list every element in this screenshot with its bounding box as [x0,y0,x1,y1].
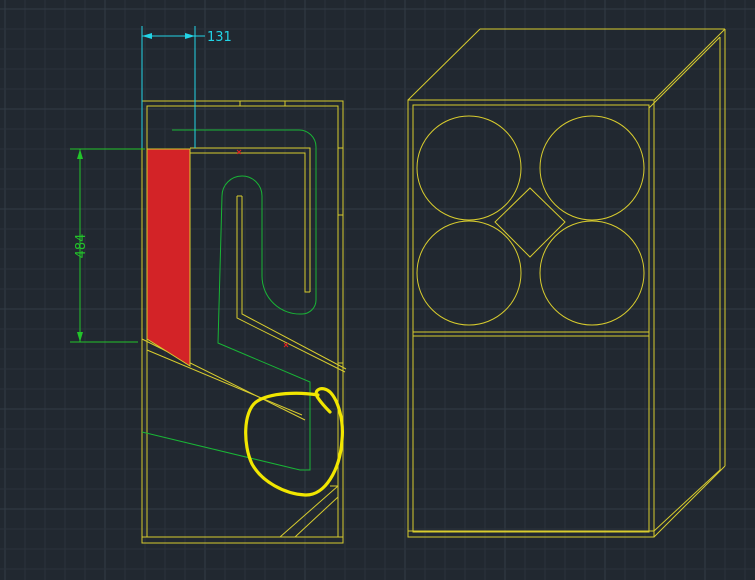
dimension-vertical-value: 484 [74,234,89,259]
side-section-view [141,100,347,544]
markup-circle [244,387,344,497]
background-grid [0,0,755,580]
cad-drawing-canvas[interactable]: 131 484 [0,0,755,580]
highlighted-panel [146,148,191,367]
cabinet-perspective-view [407,28,726,538]
driver-top-right [539,115,645,221]
dimension-vertical[interactable]: 484 [70,148,145,343]
dimension-horizontal-value: 131 [207,30,232,45]
